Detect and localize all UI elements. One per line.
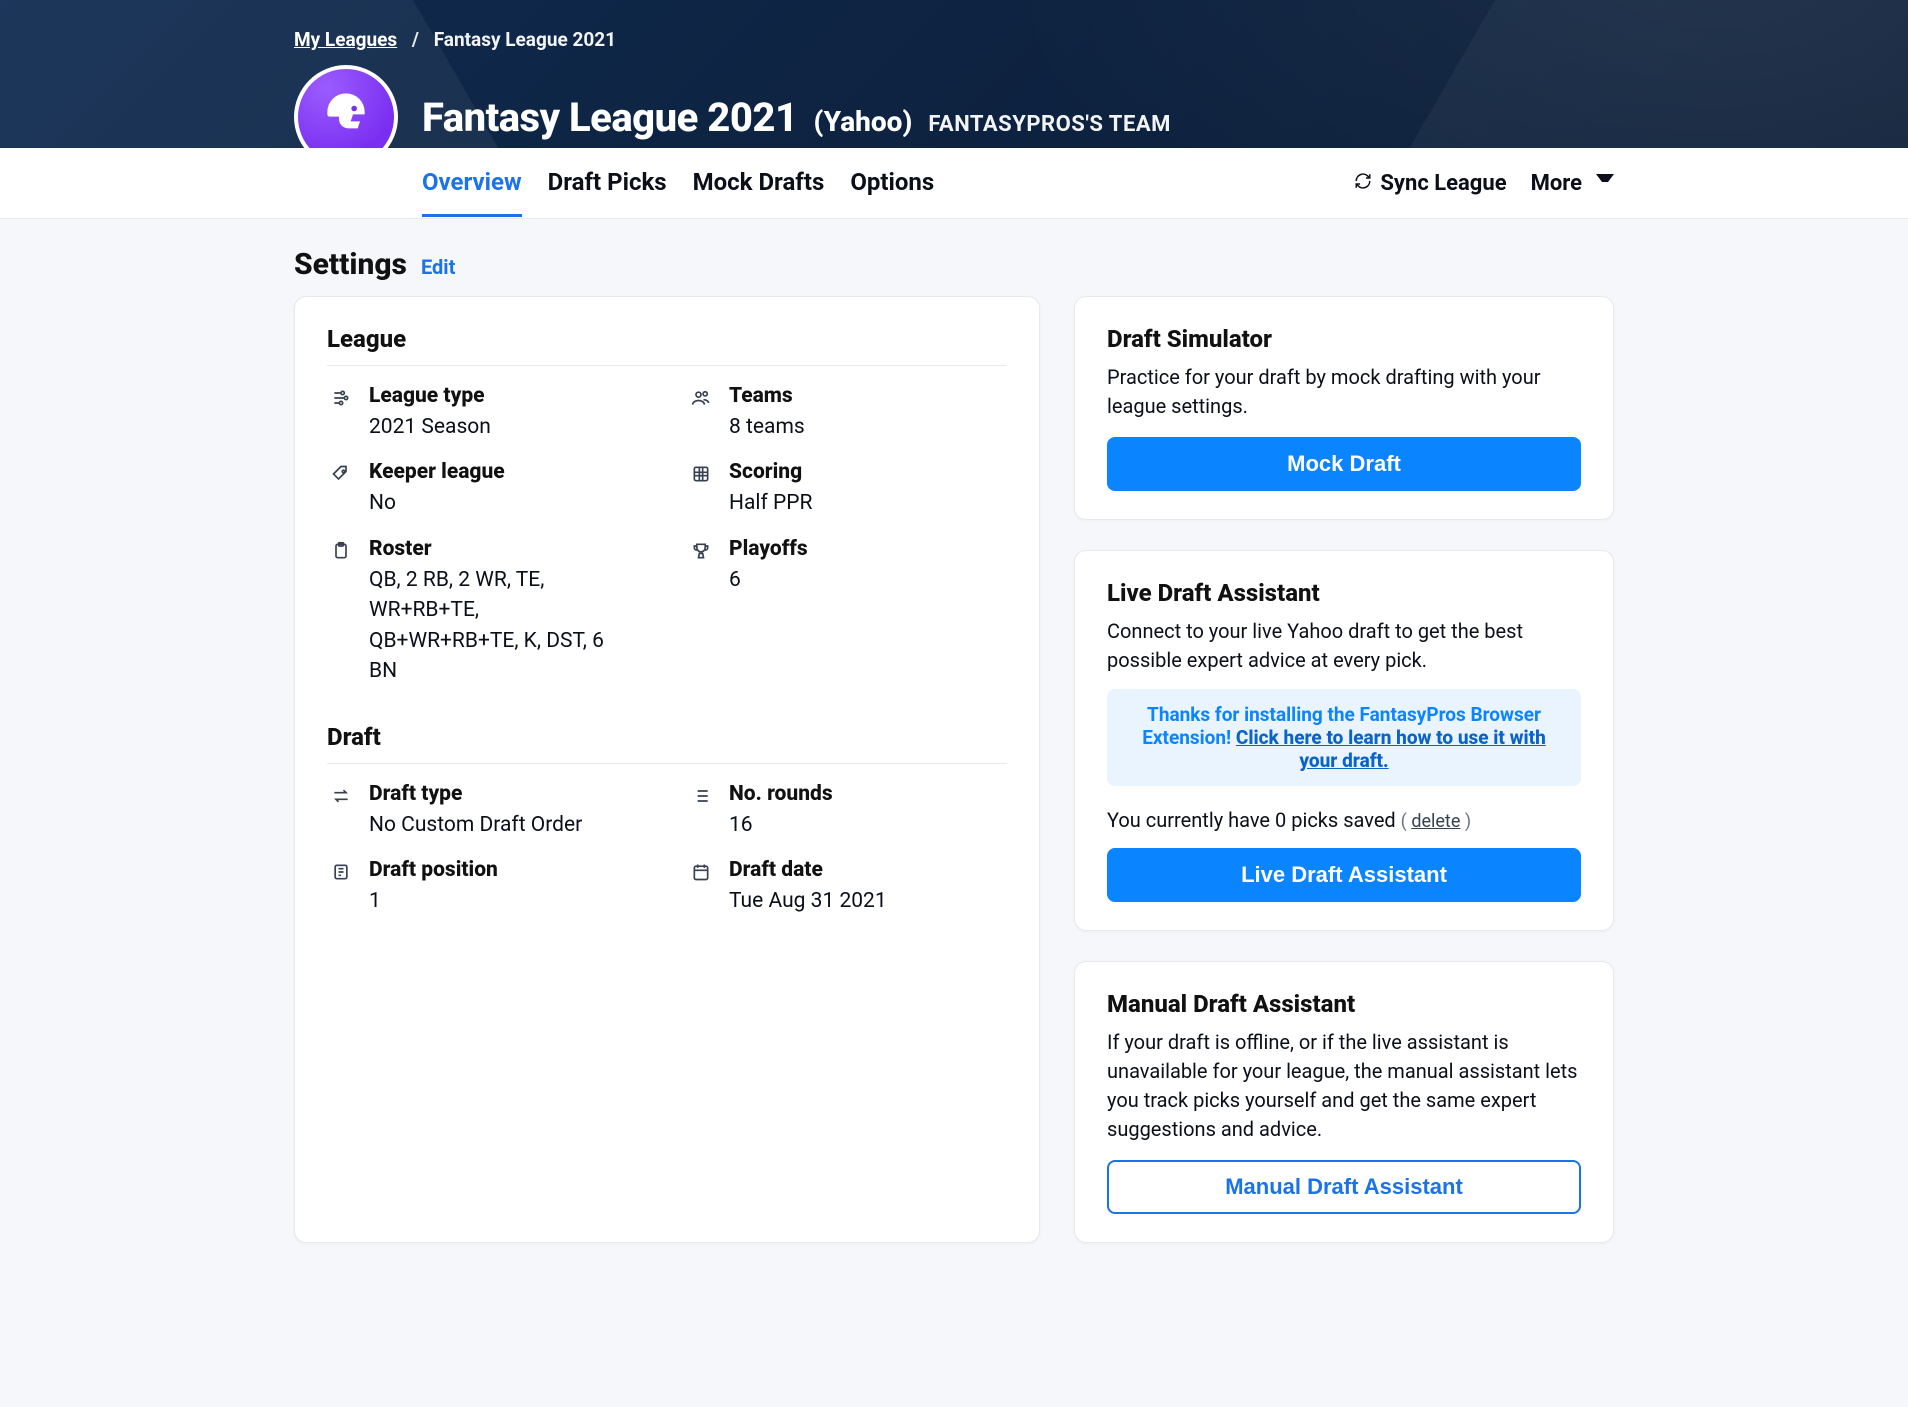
setting-rounds: No. rounds 16 <box>687 782 1007 840</box>
extension-callout: Thanks for installing the FantasyPros Br… <box>1107 689 1581 786</box>
setting-scoring: Scoring Half PPR <box>687 460 1007 518</box>
setting-label: Draft position <box>369 858 498 882</box>
settings-header: Settings Edit <box>294 247 1614 282</box>
mock-draft-button[interactable]: Mock Draft <box>1107 437 1581 491</box>
swap-icon <box>327 782 355 840</box>
picks-line: You currently have 0 picks saved ( delet… <box>1107 808 1581 832</box>
setting-draft-position: Draft position 1 <box>327 858 647 916</box>
setting-label: Playoffs <box>729 537 808 561</box>
hero-header: My Leagues / Fantasy League 2021 Fantasy… <box>0 0 1908 148</box>
setting-draft-date: Draft date Tue Aug 31 2021 <box>687 858 1007 916</box>
card-title: Draft Simulator <box>1107 325 1581 353</box>
helmet-icon <box>318 84 374 151</box>
league-title: Fantasy League 2021 <box>422 94 798 141</box>
settings-section-league: League League type 2021 Season Teams <box>327 325 1007 687</box>
breadcrumbs: My Leagues / Fantasy League 2021 <box>294 28 1614 51</box>
sync-league-label: Sync League <box>1380 171 1506 196</box>
more-menu[interactable]: More <box>1531 171 1614 196</box>
breadcrumb-separator: / <box>402 28 429 51</box>
setting-league-type: League type 2021 Season <box>327 384 647 442</box>
card-title: Manual Draft Assistant <box>1107 990 1581 1018</box>
setting-value: QB, 2 RB, 2 WR, TE, WR+RB+TE, QB+WR+RB+T… <box>369 565 629 687</box>
setting-value: Half PPR <box>729 488 812 518</box>
setting-label: No. rounds <box>729 782 833 806</box>
picks-suffix: picks saved <box>1291 808 1400 832</box>
trophy-icon <box>687 537 715 687</box>
extension-howto-link[interactable]: Click here to learn how to use it with y… <box>1236 726 1546 772</box>
calendar-icon <box>687 858 715 916</box>
setting-playoffs: Playoffs 6 <box>687 537 1007 687</box>
card-manual-draft-assistant: Manual Draft Assistant If your draft is … <box>1074 961 1614 1243</box>
setting-value: 8 teams <box>729 412 805 442</box>
setting-value: Tue Aug 31 2021 <box>729 886 887 916</box>
tabs: Overview Draft Picks Mock Drafts Options <box>422 150 934 217</box>
settings-section-draft: Draft Draft type No Custom Draft Order N… <box>327 723 1007 917</box>
settings-section-draft-title: Draft <box>327 723 1007 764</box>
setting-label: League type <box>369 384 491 408</box>
card-draft-simulator: Draft Simulator Practice for your draft … <box>1074 296 1614 520</box>
card-title: Live Draft Assistant <box>1107 579 1581 607</box>
more-label: More <box>1531 171 1582 196</box>
setting-value: 2021 Season <box>369 412 491 442</box>
setting-draft-type: Draft type No Custom Draft Order <box>327 782 647 840</box>
settings-title: Settings <box>294 247 407 282</box>
tab-options[interactable]: Options <box>850 150 934 217</box>
setting-value: 16 <box>729 810 833 840</box>
settings-league-grid: League type 2021 Season Teams 8 teams <box>327 384 1007 687</box>
tab-draft-picks[interactable]: Draft Picks <box>548 150 667 217</box>
chevron-down-icon <box>1596 174 1614 192</box>
setting-label: Teams <box>729 384 805 408</box>
grid-icon <box>687 460 715 518</box>
settings-draft-grid: Draft type No Custom Draft Order No. rou… <box>327 782 1007 917</box>
users-icon <box>687 384 715 442</box>
breadcrumb-current: Fantasy League 2021 <box>434 28 616 51</box>
position-icon <box>327 858 355 916</box>
refresh-icon <box>1354 171 1372 196</box>
setting-label: Keeper league <box>369 460 505 484</box>
edit-settings-link[interactable]: Edit <box>421 255 455 279</box>
picks-prefix: You currently have <box>1107 808 1275 832</box>
picks-count: 0 <box>1275 808 1286 832</box>
setting-keeper: Keeper league No <box>327 460 647 518</box>
delete-picks-link[interactable]: delete <box>1411 811 1460 832</box>
tag-icon <box>327 460 355 518</box>
settings-card: League League type 2021 Season Teams <box>294 296 1040 1243</box>
sync-league-button[interactable]: Sync League <box>1354 171 1506 196</box>
manual-draft-assistant-button[interactable]: Manual Draft Assistant <box>1107 1160 1581 1214</box>
settings-section-league-title: League <box>327 325 1007 366</box>
setting-teams: Teams 8 teams <box>687 384 1007 442</box>
live-draft-assistant-button[interactable]: Live Draft Assistant <box>1107 848 1581 902</box>
clipboard-icon <box>327 537 355 687</box>
sliders-icon <box>327 384 355 442</box>
setting-label: Scoring <box>729 460 812 484</box>
tab-mock-drafts[interactable]: Mock Drafts <box>693 150 825 217</box>
tab-overview[interactable]: Overview <box>422 150 522 217</box>
setting-label: Roster <box>369 537 629 561</box>
breadcrumb-root-link[interactable]: My Leagues <box>294 28 397 51</box>
team-name: FANTASYPROS'S TEAM <box>928 112 1171 137</box>
setting-label: Draft type <box>369 782 582 806</box>
right-column: Draft Simulator Practice for your draft … <box>1074 296 1614 1243</box>
setting-roster: Roster QB, 2 RB, 2 WR, TE, WR+RB+TE, QB+… <box>327 537 647 687</box>
setting-value: 1 <box>369 886 498 916</box>
setting-value: 6 <box>729 565 808 595</box>
league-provider: (Yahoo) <box>814 105 913 138</box>
card-desc: Practice for your draft by mock drafting… <box>1107 363 1581 421</box>
main-content: Settings Edit League League type 2021 Se… <box>254 247 1654 1243</box>
setting-value: No <box>369 488 505 518</box>
card-live-draft-assistant: Live Draft Assistant Connect to your liv… <box>1074 550 1614 931</box>
card-desc: Connect to your live Yahoo draft to get … <box>1107 617 1581 675</box>
card-desc: If your draft is offline, or if the live… <box>1107 1028 1581 1144</box>
setting-value: No Custom Draft Order <box>369 810 582 840</box>
tabbar: Overview Draft Picks Mock Drafts Options… <box>0 148 1908 219</box>
list-icon <box>687 782 715 840</box>
setting-label: Draft date <box>729 858 887 882</box>
